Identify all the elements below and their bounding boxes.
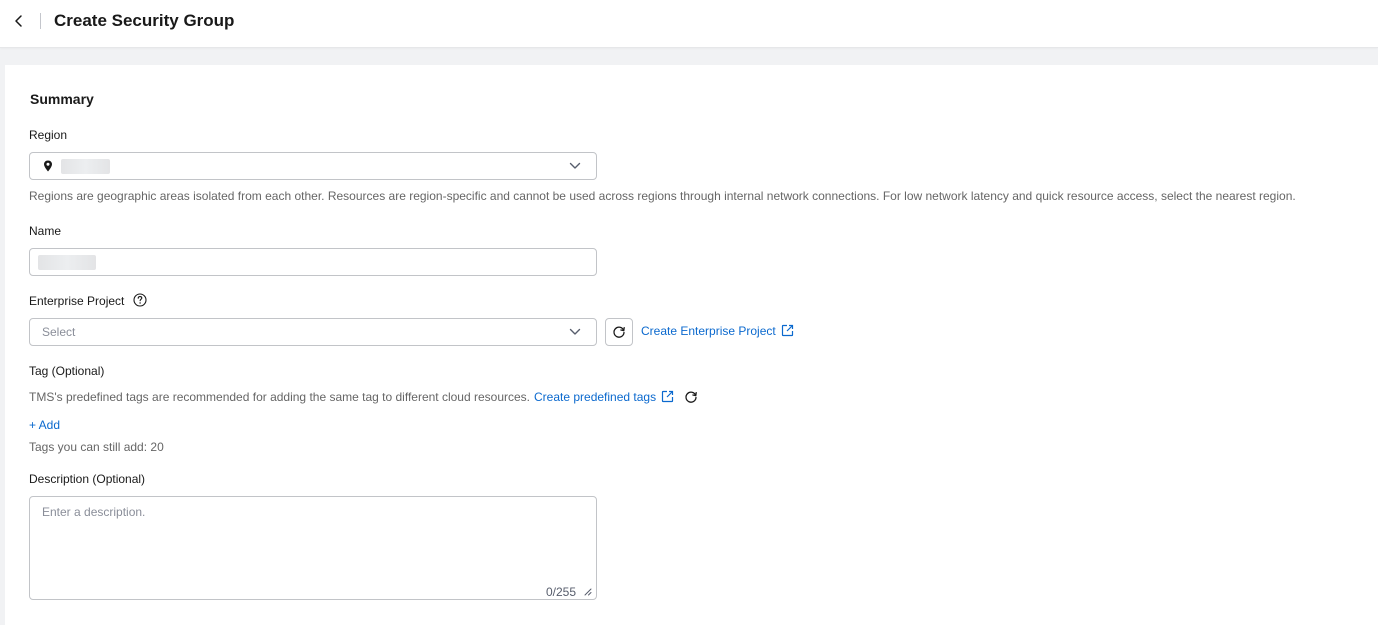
help-circle-icon[interactable] [133,293,147,307]
tag-label: Tag (Optional) [29,364,105,378]
refresh-tags-icon[interactable] [684,390,698,404]
page-title: Create Security Group [54,11,235,30]
chevron-left-icon [12,14,26,28]
region-value-redacted [61,159,110,174]
tag-hint: TMS's predefined tags are recommended fo… [29,390,531,404]
chevron-down-icon [569,327,581,337]
chevron-down-icon [569,161,581,171]
external-link-icon[interactable] [661,390,674,403]
enterprise-project-label: Enterprise Project [29,294,125,308]
external-link-icon[interactable] [781,324,794,337]
character-counter: 0/255 [546,585,577,599]
top-bar: Create Security Group [0,0,1378,48]
back-button[interactable] [8,10,30,32]
region-hint: Regions are geographic areas isolated fr… [29,189,1296,203]
name-input[interactable] [29,248,597,276]
description-textarea[interactable]: Enter a description. 0/255 [29,496,597,600]
description-placeholder: Enter a description. [42,505,146,519]
description-label: Description (Optional) [29,472,146,486]
name-value-redacted [38,255,96,270]
refresh-button[interactable] [605,318,633,346]
refresh-icon [612,325,626,339]
resize-handle-icon[interactable] [583,587,592,596]
enterprise-project-placeholder: Select [42,325,76,339]
form-card: Summary Region Regions are geographic ar… [5,65,1378,625]
tags-remaining: Tags you can still add: 20 [29,440,164,454]
add-tag-button[interactable]: + Add [29,418,60,432]
region-select[interactable] [29,152,597,180]
enterprise-project-select[interactable]: Select [29,318,597,346]
region-label: Region [29,128,68,142]
section-title-summary: Summary [30,91,94,107]
header-divider [40,13,41,29]
location-pin-icon [43,160,53,172]
create-enterprise-project-link[interactable]: Create Enterprise Project [641,324,776,338]
create-predefined-tags-link[interactable]: Create predefined tags [534,390,656,404]
name-label: Name [29,224,62,238]
